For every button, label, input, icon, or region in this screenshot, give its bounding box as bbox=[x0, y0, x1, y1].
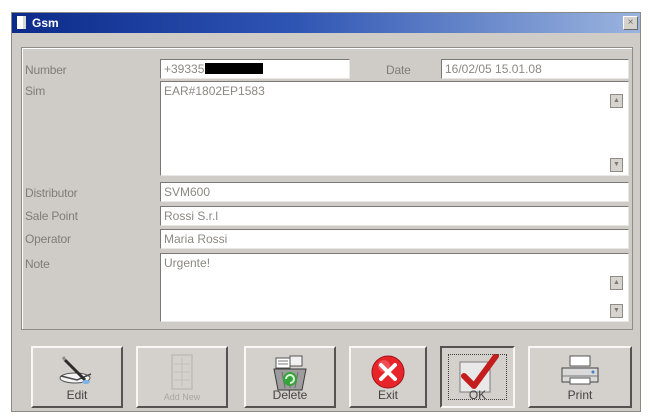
gsm-dialog: Gsm × Number +39335 Date 16/02/05 15.01.… bbox=[11, 12, 641, 412]
add-new-label: Add New bbox=[163, 392, 201, 402]
ok-button[interactable]: OK bbox=[440, 346, 515, 408]
sale-point-field[interactable]: Rossi S.r.l bbox=[160, 206, 629, 226]
number-value: +39335 bbox=[164, 62, 205, 76]
edit-icon bbox=[59, 356, 92, 384]
ok-label: OK bbox=[468, 388, 487, 402]
print-button[interactable]: Print bbox=[528, 346, 632, 408]
recycle-bin-icon bbox=[273, 355, 307, 391]
note-field[interactable]: Urgente! ▲ ▼ bbox=[160, 253, 629, 322]
sim-scroll-up-button[interactable]: ▲ bbox=[610, 94, 623, 108]
sim-field[interactable]: EAR#1802EP1583 ▲ ▼ bbox=[160, 81, 629, 176]
distributor-label: Distributor bbox=[25, 186, 78, 200]
distributor-field[interactable]: SVM600 bbox=[160, 182, 629, 202]
checkmark-icon bbox=[459, 354, 499, 393]
exit-label: Exit bbox=[377, 388, 398, 402]
edit-button[interactable]: Edit bbox=[31, 346, 123, 408]
sim-scroll-down-button[interactable]: ▼ bbox=[610, 158, 623, 172]
date-field[interactable]: 16/02/05 15.01.08 bbox=[441, 59, 629, 79]
printer-icon bbox=[561, 355, 599, 385]
note-scroll-down-button[interactable]: ▼ bbox=[610, 304, 623, 318]
sale-point-label: Sale Point bbox=[25, 209, 78, 223]
note-label: Note bbox=[25, 257, 50, 271]
add-new-button[interactable]: Add New bbox=[136, 346, 228, 408]
note-value: Urgente! bbox=[164, 256, 211, 270]
delete-button[interactable]: Delete bbox=[244, 346, 336, 408]
print-label: Print bbox=[567, 388, 593, 402]
operator-field[interactable]: Maria Rossi bbox=[160, 229, 629, 249]
add-new-icon bbox=[171, 354, 193, 390]
window-title: Gsm bbox=[32, 16, 59, 30]
exit-button[interactable]: Exit bbox=[349, 346, 427, 408]
redacted-block bbox=[205, 63, 264, 74]
sim-value: EAR#1802EP1583 bbox=[164, 84, 265, 98]
date-label: Date bbox=[386, 63, 411, 77]
operator-label: Operator bbox=[25, 232, 71, 246]
note-scroll-up-button[interactable]: ▲ bbox=[610, 276, 623, 290]
number-field[interactable]: +39335 bbox=[160, 59, 350, 79]
number-label: Number bbox=[25, 63, 67, 77]
exit-icon bbox=[371, 355, 405, 389]
sim-label: Sim bbox=[25, 84, 46, 98]
window-icon bbox=[17, 16, 26, 29]
title-bar[interactable]: Gsm × bbox=[12, 13, 640, 33]
close-button[interactable]: × bbox=[623, 16, 638, 30]
delete-label: Delete bbox=[272, 388, 308, 402]
edit-label: Edit bbox=[66, 388, 88, 402]
